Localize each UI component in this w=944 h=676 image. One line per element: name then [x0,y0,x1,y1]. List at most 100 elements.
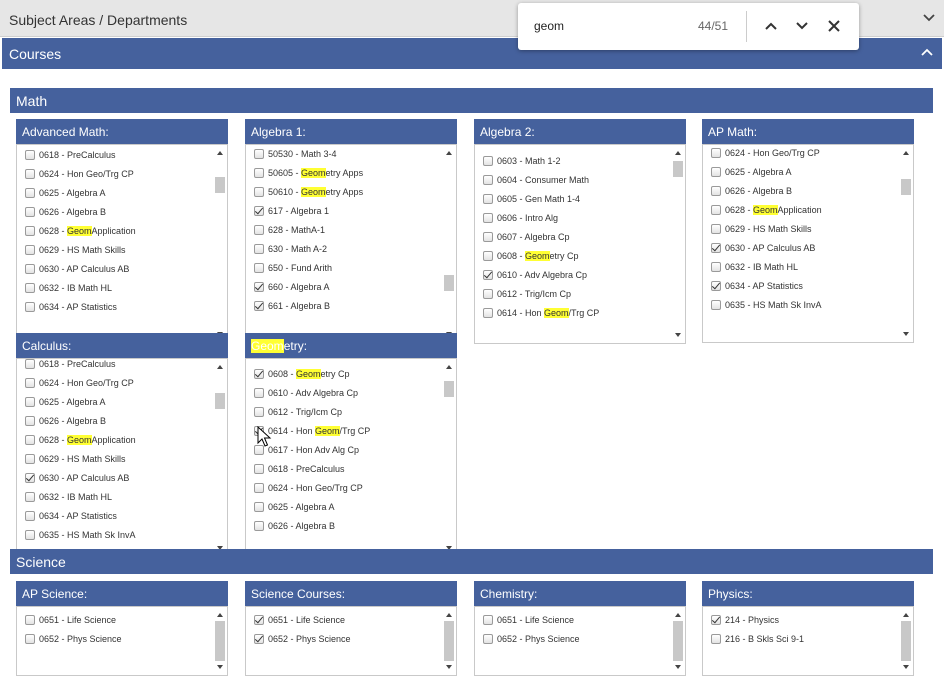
course-checkbox[interactable] [254,501,264,512]
course-checkbox[interactable] [254,148,264,159]
scroll-up-arrow-icon[interactable] [217,613,223,617]
find-next-icon[interactable] [794,18,810,34]
course-checkbox[interactable] [483,288,493,299]
course-checkbox[interactable] [25,415,35,426]
course-item[interactable]: 0626 - Algebra B [25,202,211,221]
scroll-down-arrow-icon[interactable] [675,333,681,337]
course-item[interactable]: 0624 - Hon Geo/Trg CP [25,373,211,392]
scroll-up-arrow-icon[interactable] [903,151,909,155]
course-item[interactable]: 0618 - PreCalculus [254,459,440,478]
course-item[interactable]: 0634 - AP Statistics [25,506,211,525]
course-checkbox[interactable] [254,368,264,379]
course-item[interactable]: 0618 - PreCalculus [25,145,211,164]
scroll-up-arrow-icon[interactable] [217,151,223,155]
course-checkbox[interactable] [25,453,35,464]
scroll-down-arrow-icon[interactable] [217,665,223,669]
course-item[interactable]: 0625 - Algebra A [711,162,897,181]
course-item[interactable]: 0614 - Hon Geom/Trg CP [483,303,669,322]
scroll-thumb[interactable] [215,177,225,193]
course-checkbox[interactable] [25,491,35,502]
scrollbar[interactable] [213,607,227,675]
course-item[interactable]: 0635 - HS Math Sk InvA [711,295,897,314]
course-item[interactable]: 0625 - Algebra A [254,497,440,516]
scroll-up-arrow-icon[interactable] [217,365,223,369]
course-item[interactable]: 0652 - Phys Science [483,629,669,648]
course-item[interactable]: 0604 - Consumer Math [483,170,669,189]
course-item[interactable]: 0628 - GeomApplication [25,430,211,449]
scroll-down-arrow-icon[interactable] [446,665,452,669]
scroll-up-arrow-icon[interactable] [446,151,452,155]
course-item[interactable]: 0651 - Life Science [483,610,669,629]
course-checkbox[interactable] [254,520,264,531]
course-item[interactable]: 0651 - Life Science [25,610,211,629]
course-item[interactable]: 0624 - Hon Geo/Trg CP [25,164,211,183]
course-checkbox[interactable] [483,231,493,242]
scrollbar[interactable] [442,607,456,675]
course-checkbox[interactable] [254,463,264,474]
course-checkbox[interactable] [711,166,721,177]
course-checkbox[interactable] [254,406,264,417]
course-item[interactable]: 0634 - AP Statistics [711,276,897,295]
scrollbar[interactable] [213,359,227,556]
course-checkbox[interactable] [25,263,35,274]
course-checkbox[interactable] [483,212,493,223]
course-item[interactable]: 0626 - Algebra B [711,181,897,200]
course-checkbox[interactable] [25,472,35,483]
course-item[interactable]: 0625 - Algebra A [25,183,211,202]
course-item[interactable]: 0632 - IB Math HL [25,487,211,506]
course-checkbox[interactable] [25,377,35,388]
course-checkbox[interactable] [254,300,264,311]
course-item[interactable]: 0635 - HS Math Sk InvA [25,525,211,544]
course-checkbox[interactable] [254,614,264,625]
course-item[interactable]: 0608 - Geometry Cp [483,246,669,265]
course-checkbox[interactable] [254,224,264,235]
scroll-thumb[interactable] [673,621,683,661]
course-item[interactable]: 0632 - IB Math HL [25,278,211,297]
scrollbar[interactable] [671,145,685,343]
course-item[interactable]: 630 - Math A-2 [254,239,440,258]
scroll-thumb[interactable] [901,621,911,661]
course-list[interactable]: 0618 - PreCalculus 0624 - Hon Geo/Trg CP 0… [16,358,228,557]
course-item[interactable]: 0625 - Algebra A [25,392,211,411]
course-checkbox[interactable] [254,281,264,292]
course-checkbox[interactable] [25,529,35,540]
close-icon[interactable] [826,18,842,34]
course-list[interactable]: 0618 - PreCalculus 0624 - Hon Geo/Trg CP 0… [16,144,228,343]
course-checkbox[interactable] [483,269,493,280]
course-item[interactable]: 0632 - IB Math HL [711,257,897,276]
course-item[interactable]: 50610 - Geometry Apps [254,182,440,201]
course-list[interactable]: 0603 - Math 1-2 0604 - Consumer Math 0605 … [474,144,686,344]
course-item[interactable]: 50530 - Math 3-4 [254,145,440,163]
chevron-up-icon[interactable] [920,46,934,60]
course-item[interactable]: 0629 - HS Math Skills [711,219,897,238]
scroll-up-arrow-icon[interactable] [903,613,909,617]
scroll-thumb[interactable] [901,179,911,195]
course-item[interactable]: 0652 - Phys Science [25,629,211,648]
course-item[interactable]: 214 - Physics [711,610,897,629]
course-item[interactable]: 0603 - Math 1-2 [483,151,669,170]
scrollbar[interactable] [671,607,685,675]
course-checkbox[interactable] [711,299,721,310]
course-item[interactable]: 0606 - Intro Alg [483,208,669,227]
course-checkbox[interactable] [254,633,264,644]
scrollbar[interactable] [442,359,456,556]
scroll-up-arrow-icon[interactable] [675,151,681,155]
course-item[interactable]: 660 - Algebra A [254,277,440,296]
chevron-down-icon[interactable] [922,10,936,24]
course-checkbox[interactable] [483,614,493,625]
course-checkbox[interactable] [711,223,721,234]
course-item[interactable]: 661 - Algebra B [254,296,440,315]
scroll-up-arrow-icon[interactable] [675,613,681,617]
course-item[interactable]: 650 - Fund Arith [254,258,440,277]
find-input[interactable]: geom [534,19,564,33]
course-checkbox[interactable] [254,186,264,197]
course-checkbox[interactable] [711,185,721,196]
course-item[interactable]: 0630 - AP Calculus AB [711,238,897,257]
course-item[interactable]: 0605 - Gen Math 1-4 [483,189,669,208]
course-item[interactable]: 0651 - Life Science [254,610,440,629]
course-list[interactable]: 0651 - Life Science 0652 - Phys Science [474,606,686,676]
course-item[interactable]: 0634 - AP Statistics [25,297,211,316]
course-item[interactable]: 0628 - GeomApplication [711,200,897,219]
course-checkbox[interactable] [25,633,35,644]
scroll-down-arrow-icon[interactable] [903,665,909,669]
